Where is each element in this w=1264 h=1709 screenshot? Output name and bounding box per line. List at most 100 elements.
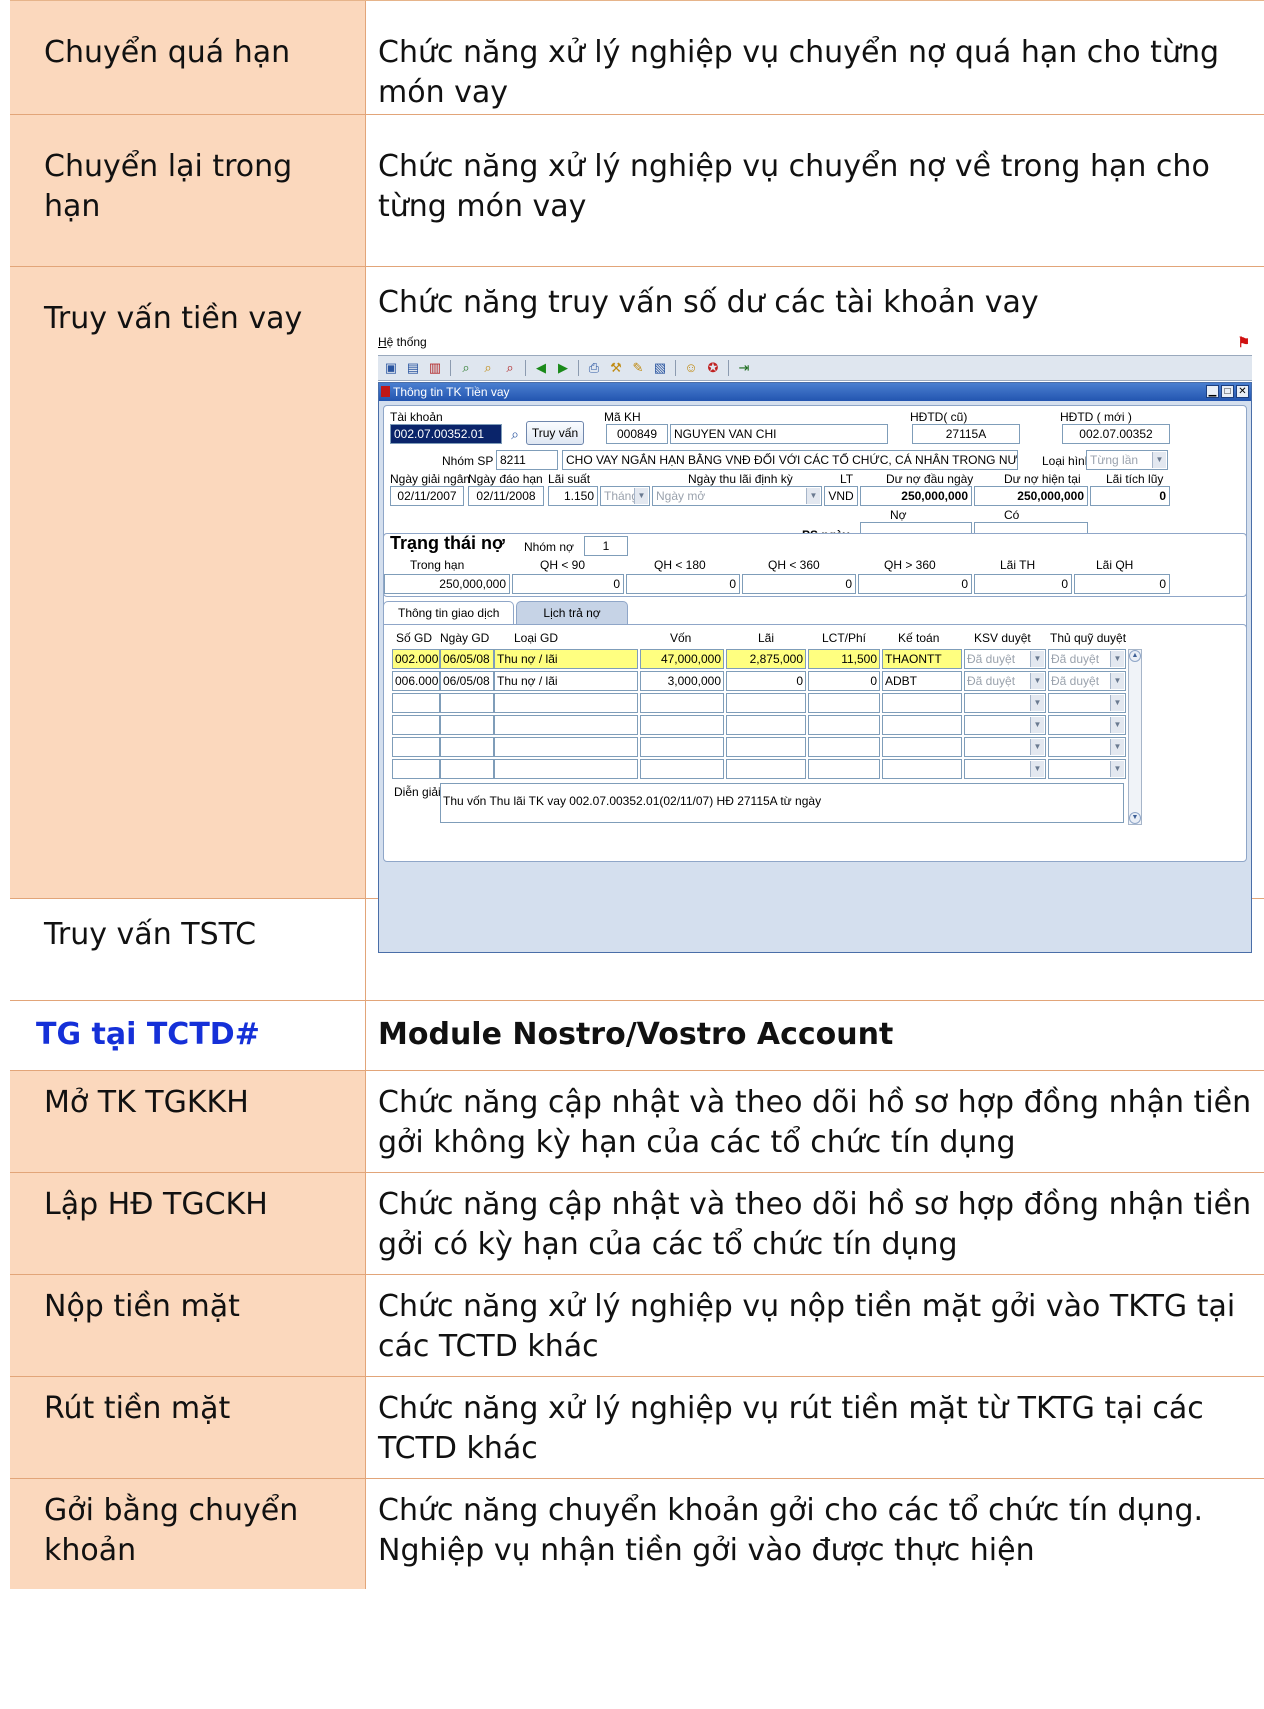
grid-cell-empty[interactable] xyxy=(882,715,962,735)
grid-cell[interactable]: 0 xyxy=(808,671,880,691)
next-icon[interactable]: ▶ xyxy=(554,359,572,377)
currency-field[interactable]: VND xyxy=(824,486,858,506)
save-icon[interactable]: ▣ xyxy=(382,359,400,377)
grid-cell-empty[interactable] xyxy=(640,715,724,735)
grid-scrollbar[interactable]: ▲ ▼ xyxy=(1128,649,1142,825)
query-button[interactable]: Truy vấn xyxy=(526,421,584,445)
grid-cell[interactable]: 002.0007 xyxy=(392,649,440,669)
grid-cell-empty[interactable] xyxy=(392,737,440,757)
loan-type-select[interactable]: Từng lần ▼ xyxy=(1086,450,1168,470)
grid-cell[interactable]: 3,000,000 xyxy=(640,671,724,691)
current-balance-field[interactable]: 250,000,000 xyxy=(974,486,1088,506)
close-icon[interactable]: ✕ xyxy=(1236,385,1249,398)
maturity-date-field[interactable]: 02/11/2008 xyxy=(468,486,544,506)
interest-rate-field[interactable]: 1.150 xyxy=(548,486,598,506)
grid-cell-empty[interactable] xyxy=(440,715,494,735)
grid-cell-empty[interactable] xyxy=(440,737,494,757)
grid-cell-empty[interactable] xyxy=(494,715,638,735)
old-contract-field[interactable]: 27115A xyxy=(912,424,1020,444)
overdue-interest-in-term-field[interactable]: 0 xyxy=(974,574,1072,594)
grid-cell[interactable]: THAONTT xyxy=(882,649,962,669)
grid-cell-empty[interactable] xyxy=(640,693,724,713)
overdue-90-field[interactable]: 0 xyxy=(512,574,624,594)
grid-select-empty[interactable]: ▼ xyxy=(964,715,1046,735)
grid-cell-empty[interactable] xyxy=(494,737,638,757)
tab-transaction-info[interactable]: Thông tin giao dịch xyxy=(383,601,515,625)
grid-cell[interactable]: 0 xyxy=(726,671,806,691)
grid-select-empty[interactable]: ▼ xyxy=(1048,693,1126,713)
grid-cell-empty[interactable] xyxy=(440,759,494,779)
scroll-up-icon[interactable]: ▲ xyxy=(1129,650,1141,662)
scroll-down-icon[interactable]: ▼ xyxy=(1129,812,1141,824)
exit-icon[interactable]: ⇥ xyxy=(735,359,753,377)
grid-cell-empty[interactable] xyxy=(392,759,440,779)
overdue-over-360-field[interactable]: 0 xyxy=(858,574,972,594)
grid-cell-empty[interactable] xyxy=(726,693,806,713)
grid-select-empty[interactable]: ▼ xyxy=(964,737,1046,757)
grid-cell-empty[interactable] xyxy=(882,759,962,779)
overdue-180-field[interactable]: 0 xyxy=(626,574,740,594)
interest-period-select[interactable]: Ngày mở ▼ xyxy=(652,486,822,506)
delete-icon[interactable]: ▥ xyxy=(426,359,444,377)
grid-cell-empty[interactable] xyxy=(440,693,494,713)
grid-select-empty[interactable]: ▼ xyxy=(964,759,1046,779)
binoculars-icon[interactable]: ⌕ xyxy=(506,424,524,444)
grid-cell-empty[interactable] xyxy=(882,737,962,757)
grid-cell[interactable]: 06/05/08 xyxy=(440,671,494,691)
help-icon[interactable]: ✪ xyxy=(704,359,722,377)
grid-cell[interactable]: 11,500 xyxy=(808,649,880,669)
account-field[interactable]: 002.07.00352.01 xyxy=(390,424,502,444)
add-icon[interactable]: ▤ xyxy=(404,359,422,377)
grid-cell[interactable]: 006.0002 xyxy=(392,671,440,691)
find-next-icon[interactable]: ⌕ xyxy=(479,359,497,377)
grid-select[interactable]: Đã duyệt ▼ xyxy=(964,671,1046,691)
grid-cell[interactable]: Thu nợ / lãi xyxy=(494,649,638,669)
grid-cell[interactable]: Thu nợ / lãi xyxy=(494,671,638,691)
accrued-interest-field[interactable]: 0 xyxy=(1090,486,1170,506)
grid-select[interactable]: Đã duyệt ▼ xyxy=(1048,671,1126,691)
grid-cell-empty[interactable] xyxy=(726,715,806,735)
grid-cell-empty[interactable] xyxy=(808,759,880,779)
grid-select[interactable]: Đã duyệt ▼ xyxy=(1048,649,1126,669)
grid-select-empty[interactable]: ▼ xyxy=(1048,737,1126,757)
customer-name-field[interactable]: NGUYEN VAN CHI xyxy=(670,424,888,444)
grid-select-empty[interactable]: ▼ xyxy=(1048,759,1126,779)
grid-select-empty[interactable]: ▼ xyxy=(1048,715,1126,735)
edit-icon[interactable]: ✎ xyxy=(629,359,647,377)
grid-cell[interactable]: 47,000,000 xyxy=(640,649,724,669)
grid-cell-empty[interactable] xyxy=(640,759,724,779)
overdue-interest-field[interactable]: 0 xyxy=(1074,574,1170,594)
description-field[interactable]: Thu vốn Thu lãi TK vay 002.07.00352.01(0… xyxy=(440,783,1124,823)
document-icon[interactable]: ▧ xyxy=(651,359,669,377)
grid-cell-empty[interactable] xyxy=(494,759,638,779)
user-icon[interactable]: ☺ xyxy=(682,359,700,377)
grid-cell-empty[interactable] xyxy=(808,737,880,757)
product-name-field[interactable]: CHO VAY NGẮN HẠN BẰNG VNĐ ĐỐI VỚI CÁC TỔ… xyxy=(562,450,1018,470)
grid-cell-empty[interactable] xyxy=(882,693,962,713)
grid-cell-empty[interactable] xyxy=(726,737,806,757)
disbursement-date-field[interactable]: 02/11/2007 xyxy=(390,486,464,506)
grid-select[interactable]: Đã duyệt ▼ xyxy=(964,649,1046,669)
grid-select-empty[interactable]: ▼ xyxy=(964,693,1046,713)
grid-cell-empty[interactable] xyxy=(640,737,724,757)
new-contract-field[interactable]: 002.07.00352 xyxy=(1062,424,1170,444)
prev-icon[interactable]: ◀ xyxy=(532,359,550,377)
tool-icon[interactable]: ⚒ xyxy=(607,359,625,377)
grid-cell[interactable]: 2,875,000 xyxy=(726,649,806,669)
in-term-field[interactable]: 250,000,000 xyxy=(384,574,510,594)
opening-balance-field[interactable]: 250,000,000 xyxy=(860,486,972,506)
interest-unit-select[interactable]: Tháng ▼ xyxy=(600,486,650,506)
maximize-icon[interactable]: □ xyxy=(1221,385,1234,398)
product-group-field[interactable]: 8211 xyxy=(496,450,558,470)
grid-cell-empty[interactable] xyxy=(494,693,638,713)
grid-cell-empty[interactable] xyxy=(392,693,440,713)
customer-id-field[interactable]: 000849 xyxy=(606,424,668,444)
grid-cell[interactable]: 06/05/08 xyxy=(440,649,494,669)
grid-cell-empty[interactable] xyxy=(726,759,806,779)
grid-cell-empty[interactable] xyxy=(808,693,880,713)
grid-cell-empty[interactable] xyxy=(392,715,440,735)
grid-cell[interactable]: ADBT xyxy=(882,671,962,691)
print-icon[interactable]: ⎙ xyxy=(585,359,603,377)
find-clear-icon[interactable]: ⌕ xyxy=(501,359,519,377)
debt-group-field[interactable]: 1 xyxy=(584,536,628,556)
